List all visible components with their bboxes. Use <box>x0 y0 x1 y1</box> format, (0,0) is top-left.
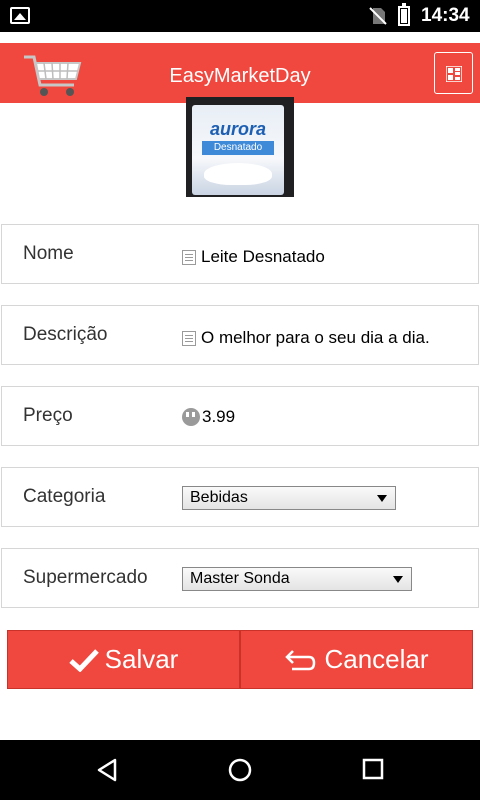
category-label: Categoria <box>23 486 106 507</box>
document-icon <box>182 330 196 346</box>
gallery-icon <box>10 7 30 24</box>
price-field[interactable]: 3.99 <box>182 407 235 427</box>
price-value: 3.99 <box>202 407 236 426</box>
status-time: 14:34 <box>421 5 470 26</box>
carton-label: Desnatado <box>202 141 274 155</box>
supermarket-label: Supermercado <box>23 567 148 588</box>
product-image: aurora Desnatado <box>186 97 294 197</box>
save-button[interactable]: Salvar <box>7 630 240 689</box>
supermarket-row: Supermercado Master Sonda <box>1 548 479 608</box>
grid-menu-icon <box>446 66 462 82</box>
name-label: Nome <box>23 243 74 264</box>
description-row: Descrição O melhor para o seu dia a dia. <box>1 305 479 365</box>
quote-bubble-icon <box>182 408 200 426</box>
app-bar: EasyMarketDay <box>0 43 480 103</box>
dropdown-arrow-icon <box>377 495 387 502</box>
back-icon[interactable] <box>95 758 119 782</box>
undo-icon <box>285 649 316 670</box>
milk-carton: aurora Desnatado <box>192 105 284 195</box>
description-field[interactable]: O melhor para o seu dia a dia. <box>182 328 430 348</box>
battery-icon <box>398 3 410 26</box>
app-title: EasyMarketDay <box>169 65 311 87</box>
supermarket-select[interactable]: Master Sonda <box>182 567 412 591</box>
save-label: Salvar <box>104 644 179 674</box>
supermarket-selected: Master Sonda <box>190 570 290 587</box>
recents-icon[interactable] <box>362 758 384 780</box>
dropdown-arrow-icon <box>393 576 403 583</box>
category-selected: Bebidas <box>190 489 248 506</box>
price-label: Preço <box>23 405 73 426</box>
home-icon[interactable] <box>228 758 252 782</box>
price-row: Preço 3.99 <box>1 386 479 446</box>
status-bar: 14:34 <box>0 0 480 32</box>
description-label: Descrição <box>23 324 108 345</box>
menu-button[interactable] <box>434 52 473 94</box>
name-field[interactable]: Leite Desnatado <box>182 247 325 267</box>
no-sim-icon <box>369 7 387 25</box>
document-icon <box>182 249 196 265</box>
carton-brand: aurora <box>209 119 267 139</box>
name-row: Nome Leite Desnatado <box>1 224 479 284</box>
check-icon <box>68 648 99 672</box>
cancel-label: Cancelar <box>324 644 429 674</box>
name-value: Leite Desnatado <box>201 247 325 266</box>
cancel-button[interactable]: Cancelar <box>240 630 473 689</box>
category-row: Categoria Bebidas <box>1 467 479 527</box>
description-value: O melhor para o seu dia a dia. <box>201 328 430 347</box>
category-select[interactable]: Bebidas <box>182 486 396 510</box>
system-nav-bar <box>0 740 480 800</box>
carton-milk-splash <box>204 163 272 185</box>
